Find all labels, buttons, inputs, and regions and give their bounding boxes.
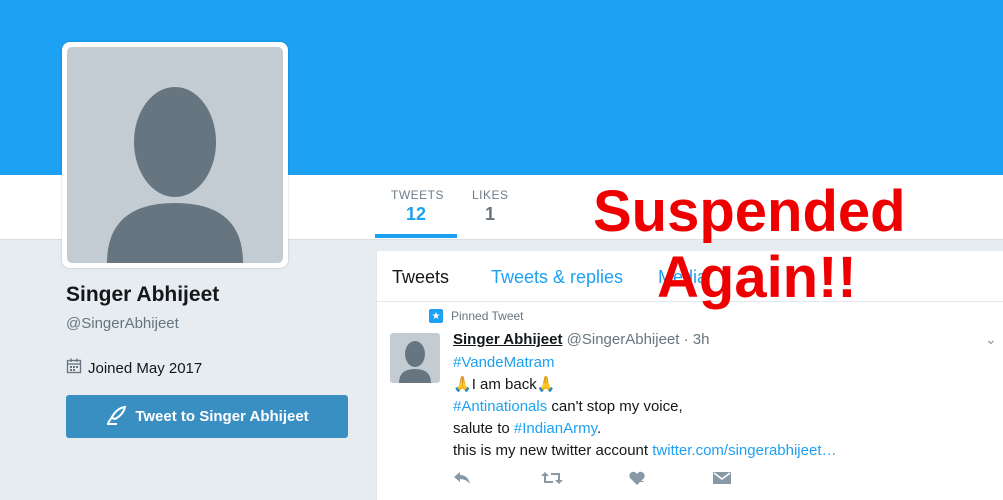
- joined-text: Joined May 2017: [88, 359, 203, 377]
- profile-handle: @SingerAbhijeet: [66, 315, 179, 332]
- overlay-text-suspended: Suspended: [593, 179, 906, 244]
- calendar-icon: [66, 358, 82, 378]
- tweet-line: this is my new twitter account twitter.c…: [453, 440, 836, 462]
- tweet-text: #VandeMatram 🙏I am back🙏 #Antinationals …: [453, 352, 836, 462]
- tweet-line: #Antinationals can't stop my voice,: [453, 396, 836, 418]
- tweet-line-text: I am back: [471, 376, 537, 393]
- folded-hands-icon: 🙏: [453, 376, 472, 393]
- hashtag-indianarmy[interactable]: #IndianArmy: [514, 420, 597, 437]
- stat-value: 12: [405, 204, 427, 224]
- tweet-to-button-label: Tweet to Singer Abhijeet: [135, 408, 309, 425]
- hashtag-antinationals[interactable]: #Antinationals: [453, 398, 547, 415]
- likes-stat[interactable]: LIKES 1: [472, 188, 508, 225]
- stat-label: LIKES: [472, 188, 509, 202]
- message-icon[interactable]: [713, 471, 731, 489]
- tweet-to-button[interactable]: Tweet to Singer Abhijeet: [66, 395, 348, 438]
- stat-value: 1: [484, 204, 495, 224]
- hashtag-vandematram[interactable]: #VandeMatram: [453, 352, 836, 374]
- tweet-line-text: salute to: [453, 420, 514, 437]
- tweet-handle-time[interactable]: @SingerAbhijeet · 3h: [567, 331, 710, 348]
- profile-name: Singer Abhijeet: [66, 283, 220, 306]
- like-count: 1: [637, 470, 645, 485]
- tweet-header: Singer Abhijeet @SingerAbhijeet · 3h: [453, 331, 709, 348]
- tweet-line-text: can't stop my voice,: [547, 398, 683, 415]
- tweet-avatar[interactable]: [390, 333, 440, 383]
- pinned-indicator: ★ Pinned Tweet: [429, 309, 524, 323]
- tweet-link[interactable]: twitter.com/singerabhijeet…: [652, 442, 836, 459]
- joined-date: Joined May 2017: [66, 358, 202, 378]
- tweet-line: salute to #IndianArmy.: [453, 418, 836, 440]
- tab-tweets[interactable]: Tweets: [392, 267, 449, 288]
- tweet-author-name[interactable]: Singer Abhijeet: [453, 331, 562, 348]
- overlay-text-again: Again!!: [657, 245, 857, 310]
- retweet-icon[interactable]: [541, 471, 563, 489]
- tweet-line-text: this is my new twitter account: [453, 442, 653, 459]
- pinned-label: Pinned Tweet: [451, 309, 524, 323]
- active-stat-indicator: [375, 234, 457, 238]
- default-avatar-icon: [67, 47, 283, 263]
- reply-icon[interactable]: [453, 471, 471, 489]
- tweet-line-text: .: [596, 420, 602, 437]
- pin-icon: ★: [429, 309, 443, 323]
- tweets-stat[interactable]: TWEETS 12: [391, 188, 444, 225]
- folded-hands-icon: 🙏: [536, 376, 556, 393]
- profile-avatar[interactable]: [62, 42, 288, 268]
- quill-icon: [105, 405, 127, 429]
- chevron-down-icon[interactable]: ⌄: [985, 331, 997, 348]
- stat-label: TWEETS: [391, 188, 444, 202]
- tab-tweets-replies[interactable]: Tweets & replies: [491, 267, 623, 288]
- like-action[interactable]: 1: [629, 470, 645, 488]
- tweet-line: 🙏I am back🙏: [453, 374, 836, 396]
